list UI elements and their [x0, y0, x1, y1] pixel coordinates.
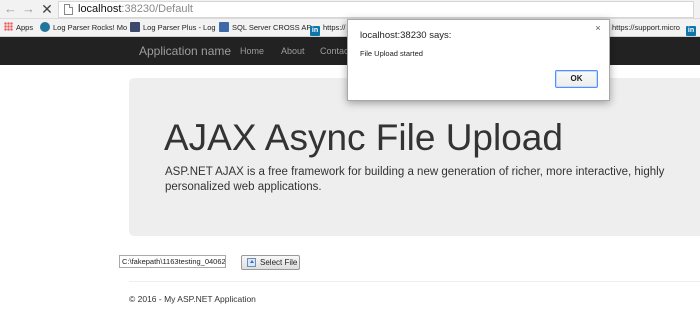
- bookmark-sql-server[interactable]: SQL Server CROSS AP: [219, 21, 311, 35]
- close-icon[interactable]: ×: [593, 23, 603, 33]
- alert-message: File Upload started: [360, 49, 423, 58]
- stop-loading-icon[interactable]: ✕: [40, 1, 54, 17]
- ok-button[interactable]: OK: [555, 70, 598, 88]
- nav-about[interactable]: About: [281, 37, 305, 65]
- back-arrow-icon[interactable]: ←: [4, 1, 17, 17]
- jumbotron: AJAX Async File Upload ASP.NET AJAX is a…: [129, 78, 700, 236]
- footer-text: © 2016 - My ASP.NET Application: [129, 294, 256, 304]
- bookmark-support-microsoft[interactable]: https://support.micro: [612, 21, 680, 35]
- bookmark-log-parser-rocks[interactable]: Log Parser Rocks! Mo: [40, 21, 127, 35]
- wordpress-icon: [40, 22, 50, 32]
- linkedin-icon: in: [686, 26, 696, 36]
- file-path-field[interactable]: C:\fakepath\1163testing_04062: [119, 255, 226, 268]
- apps-icon: [4, 22, 13, 31]
- address-bar-row: ← → ✕ localhost:38230/Default: [0, 0, 700, 19]
- bookmark-linkedin[interactable]: in https://: [310, 21, 346, 36]
- linkedin-icon: in: [310, 26, 320, 36]
- brand-link[interactable]: Application name: [139, 37, 231, 65]
- lead-text: ASP.NET AJAX is a free framework for bui…: [165, 166, 665, 193]
- upload-icon: [247, 258, 256, 267]
- select-file-label: Select File: [260, 258, 298, 267]
- log-parser-icon: [130, 22, 140, 32]
- nav-home[interactable]: Home: [240, 37, 264, 65]
- page-title: AJAX Async File Upload: [164, 117, 563, 158]
- sql-server-icon: [219, 22, 229, 32]
- bookmark-apps[interactable]: Apps: [4, 21, 33, 35]
- url-field[interactable]: localhost:38230/Default: [58, 1, 694, 18]
- forward-arrow-icon[interactable]: →: [22, 1, 35, 17]
- select-file-button[interactable]: Select File: [241, 255, 300, 270]
- bookmark-log-parser-plus[interactable]: Log Parser Plus - Log: [130, 21, 216, 35]
- page-icon: [64, 4, 73, 15]
- bookmark-linkedin-2[interactable]: in: [686, 21, 699, 36]
- alert-dialog: localhost:38230 says: × File Upload star…: [347, 19, 610, 101]
- alert-title: localhost:38230 says:: [360, 30, 452, 41]
- url-text: localhost:38230/Default: [78, 3, 193, 15]
- footer-divider: [129, 281, 700, 282]
